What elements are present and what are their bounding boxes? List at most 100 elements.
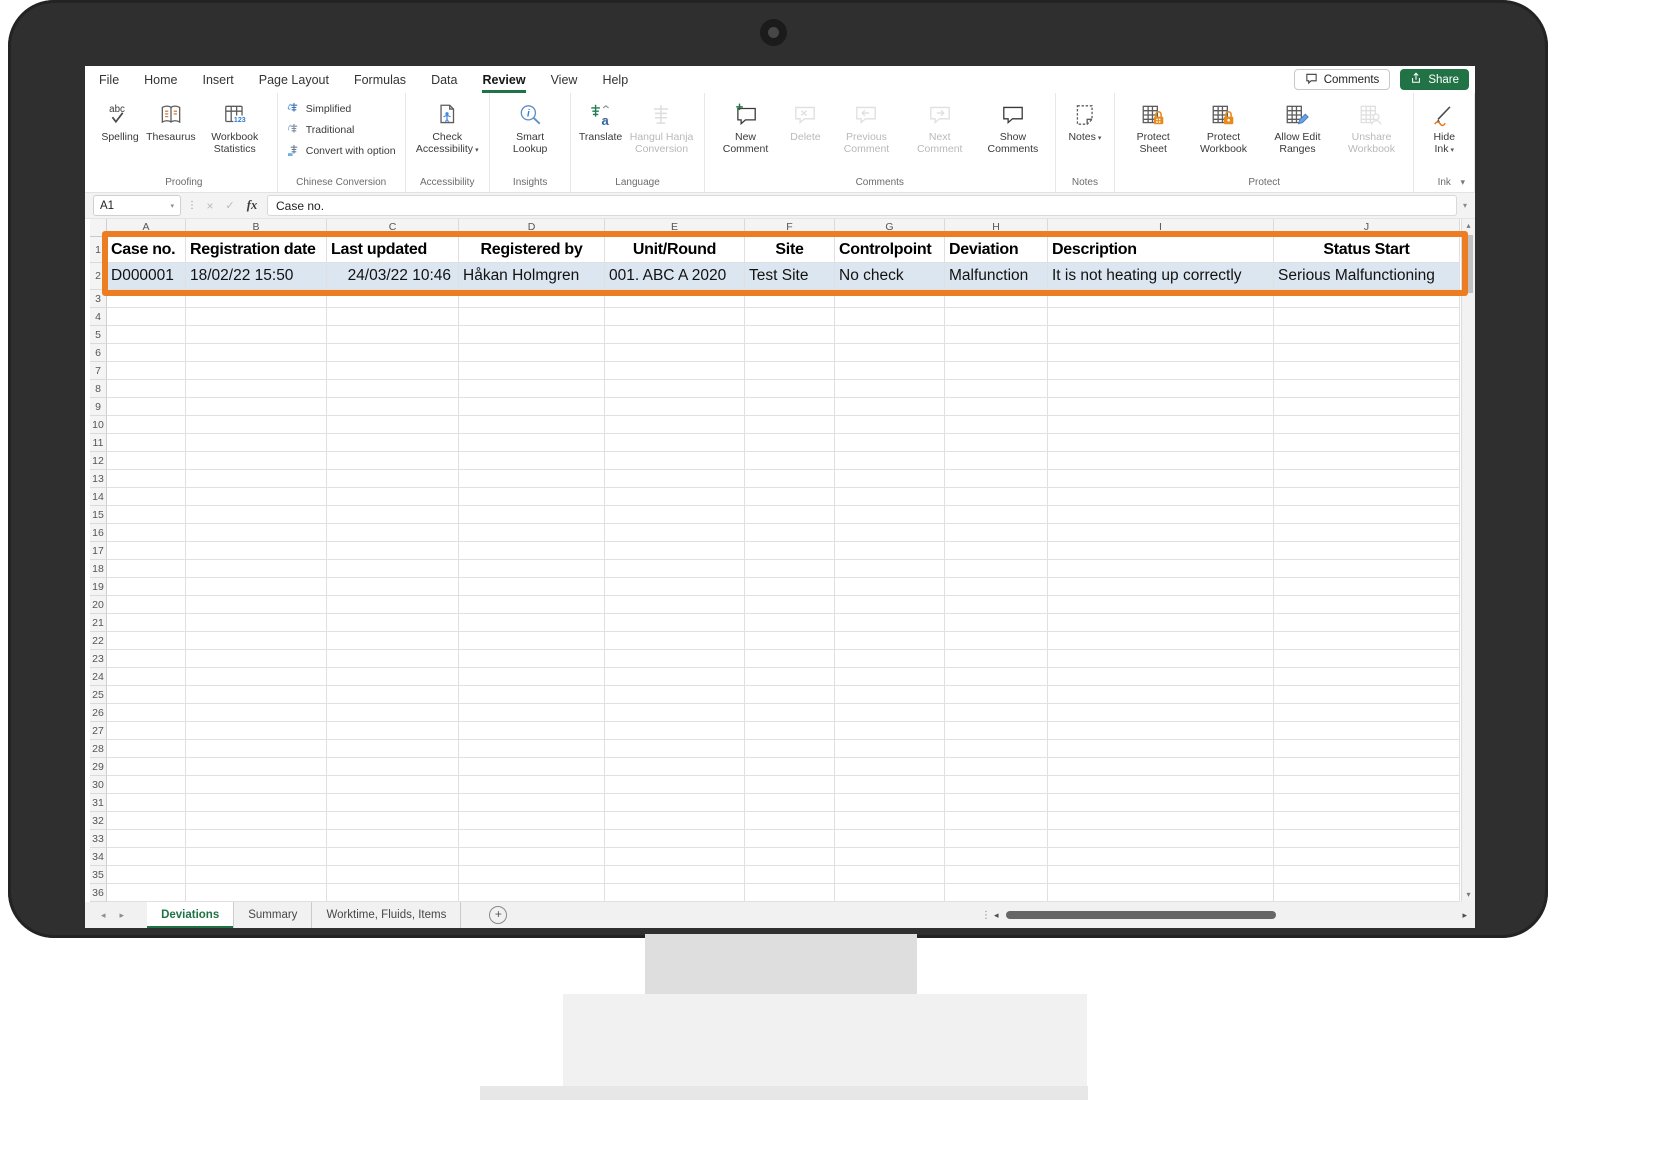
cell-C22[interactable] (327, 632, 459, 650)
cell-E33[interactable] (605, 830, 745, 848)
cell-H1[interactable]: Deviation (945, 237, 1048, 263)
cell-C16[interactable] (327, 524, 459, 542)
cell-A27[interactable] (107, 722, 186, 740)
cell-I8[interactable] (1048, 380, 1274, 398)
cell-B35[interactable] (186, 866, 327, 884)
cell-G6[interactable] (835, 344, 945, 362)
cell-I12[interactable] (1048, 452, 1274, 470)
cell-G4[interactable] (835, 308, 945, 326)
cell-D1[interactable]: Registered by (459, 237, 605, 263)
row-header-21[interactable]: 21 (90, 614, 107, 632)
cell-I6[interactable] (1048, 344, 1274, 362)
cell-E34[interactable] (605, 848, 745, 866)
cell-H36[interactable] (945, 884, 1048, 902)
cell-J4[interactable] (1274, 308, 1460, 326)
cell-H17[interactable] (945, 542, 1048, 560)
cell-D25[interactable] (459, 686, 605, 704)
cell-J35[interactable] (1274, 866, 1460, 884)
row-header-17[interactable]: 17 (90, 542, 107, 560)
cell-B19[interactable] (186, 578, 327, 596)
menu-tab-data[interactable]: Data (431, 66, 457, 93)
cell-H26[interactable] (945, 704, 1048, 722)
cell-G16[interactable] (835, 524, 945, 542)
ribbon-button-spelling[interactable]: abcSpelling (96, 96, 144, 145)
ribbon-button-protect-workbook[interactable]: Protect Workbook (1186, 96, 1260, 158)
cell-B3[interactable] (186, 290, 327, 308)
row-header-36[interactable]: 36 (90, 884, 107, 902)
cell-H18[interactable] (945, 560, 1048, 578)
cell-C7[interactable] (327, 362, 459, 380)
cell-D28[interactable] (459, 740, 605, 758)
cell-F20[interactable] (745, 596, 835, 614)
cell-G34[interactable] (835, 848, 945, 866)
cell-F15[interactable] (745, 506, 835, 524)
cell-D15[interactable] (459, 506, 605, 524)
column-header-h[interactable]: H (945, 219, 1048, 237)
cell-F7[interactable] (745, 362, 835, 380)
cell-J22[interactable] (1274, 632, 1460, 650)
cell-I31[interactable] (1048, 794, 1274, 812)
cell-B21[interactable] (186, 614, 327, 632)
cell-B5[interactable] (186, 326, 327, 344)
row-header-5[interactable]: 5 (90, 326, 107, 344)
cell-J31[interactable] (1274, 794, 1460, 812)
cell-C27[interactable] (327, 722, 459, 740)
cell-J3[interactable] (1274, 290, 1460, 308)
cell-C26[interactable] (327, 704, 459, 722)
cell-G2[interactable]: No check (835, 263, 945, 290)
cell-F4[interactable] (745, 308, 835, 326)
cell-C1[interactable]: Last updated (327, 237, 459, 263)
cell-I16[interactable] (1048, 524, 1274, 542)
menu-tab-view[interactable]: View (551, 66, 578, 93)
cell-F11[interactable] (745, 434, 835, 452)
cell-F28[interactable] (745, 740, 835, 758)
formula-bar-expand-icon[interactable]: ▾ (1463, 201, 1467, 210)
cell-H29[interactable] (945, 758, 1048, 776)
cell-H5[interactable] (945, 326, 1048, 344)
cell-D11[interactable] (459, 434, 605, 452)
tabbar-splitter-icon[interactable]: ⋮ (981, 910, 991, 921)
cell-F3[interactable] (745, 290, 835, 308)
cell-F10[interactable] (745, 416, 835, 434)
cell-G19[interactable] (835, 578, 945, 596)
cell-G7[interactable] (835, 362, 945, 380)
cell-C12[interactable] (327, 452, 459, 470)
row-header-11[interactable]: 11 (90, 434, 107, 452)
cell-D14[interactable] (459, 488, 605, 506)
cell-F26[interactable] (745, 704, 835, 722)
cell-H3[interactable] (945, 290, 1048, 308)
cell-J30[interactable] (1274, 776, 1460, 794)
row-header-1[interactable]: 1 (90, 237, 107, 263)
cell-B28[interactable] (186, 740, 327, 758)
cell-C14[interactable] (327, 488, 459, 506)
cancel-icon[interactable]: × (203, 199, 217, 213)
ribbon-button-new-comment[interactable]: New Comment (710, 96, 782, 158)
cell-F6[interactable] (745, 344, 835, 362)
cell-B11[interactable] (186, 434, 327, 452)
ribbon-button-hide-ink[interactable]: Hide Ink▾ (1419, 96, 1469, 158)
cell-B13[interactable] (186, 470, 327, 488)
cell-I4[interactable] (1048, 308, 1274, 326)
cell-G31[interactable] (835, 794, 945, 812)
cell-D19[interactable] (459, 578, 605, 596)
cell-E31[interactable] (605, 794, 745, 812)
cell-J17[interactable] (1274, 542, 1460, 560)
cell-J15[interactable] (1274, 506, 1460, 524)
cell-J34[interactable] (1274, 848, 1460, 866)
cell-D17[interactable] (459, 542, 605, 560)
cell-E15[interactable] (605, 506, 745, 524)
cell-A25[interactable] (107, 686, 186, 704)
cell-G10[interactable] (835, 416, 945, 434)
cell-I3[interactable] (1048, 290, 1274, 308)
row-header-7[interactable]: 7 (90, 362, 107, 380)
cell-F21[interactable] (745, 614, 835, 632)
cell-D31[interactable] (459, 794, 605, 812)
cell-E19[interactable] (605, 578, 745, 596)
cell-J8[interactable] (1274, 380, 1460, 398)
cell-E29[interactable] (605, 758, 745, 776)
sheet-tab-summary[interactable]: Summary (234, 902, 312, 928)
cell-E36[interactable] (605, 884, 745, 902)
cell-I22[interactable] (1048, 632, 1274, 650)
cell-C34[interactable] (327, 848, 459, 866)
cell-F5[interactable] (745, 326, 835, 344)
